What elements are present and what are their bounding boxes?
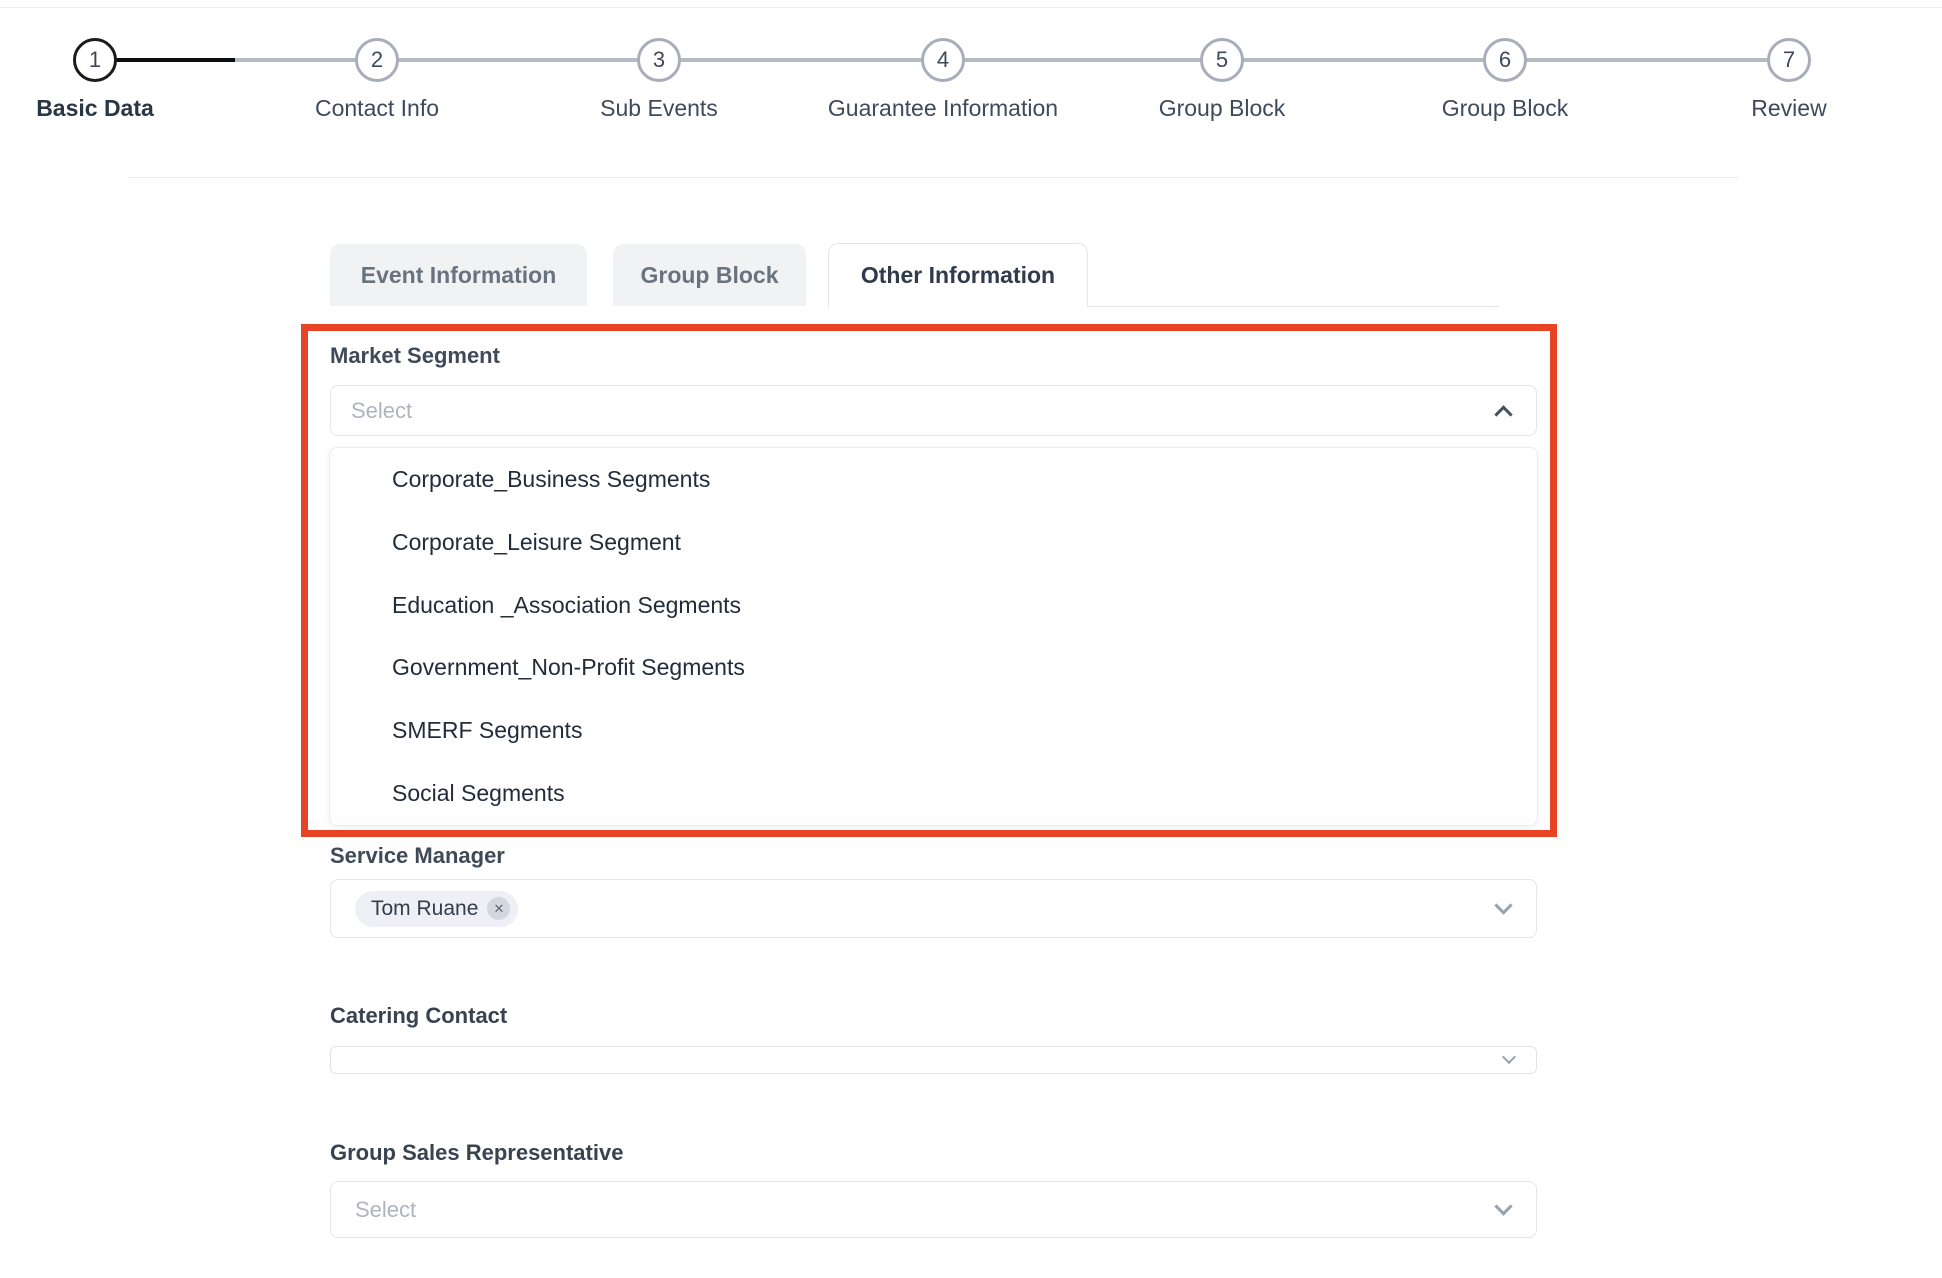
tab-strip-line: [1087, 306, 1499, 307]
market-segment-dropdown: Corporate_Business Segments Corporate_Le…: [329, 447, 1538, 826]
step-label: Basic Data: [0, 95, 235, 122]
step-number-circle: 1: [73, 38, 117, 82]
step-label: Sub Events: [519, 95, 799, 122]
service-manager-label: Service Manager: [330, 843, 505, 869]
step-label: Group Block: [1365, 95, 1645, 122]
selected-tag-text: Tom Ruane: [371, 897, 478, 921]
tab-group-block[interactable]: Group Block: [613, 244, 806, 306]
market-segment-label: Market Segment: [330, 343, 500, 369]
service-manager-select[interactable]: Tom Ruane ✕: [330, 879, 1537, 938]
step-number: 6: [1499, 47, 1511, 73]
step-number: 5: [1216, 47, 1228, 73]
step-number-circle: 7: [1767, 38, 1811, 82]
tab-other-information[interactable]: Other Information: [828, 243, 1088, 307]
dropdown-option-corporate-leisure[interactable]: Corporate_Leisure Segment: [330, 511, 1537, 574]
dropdown-option-government-nonprofit[interactable]: Government_Non-Profit Segments: [330, 636, 1537, 699]
dropdown-option-corporate-business[interactable]: Corporate_Business Segments: [330, 448, 1537, 511]
step-number: 1: [89, 47, 101, 73]
step-label: Group Block: [1082, 95, 1362, 122]
step-number-circle: 4: [921, 38, 965, 82]
dropdown-option-social[interactable]: Social Segments: [330, 762, 1537, 825]
step-number: 7: [1783, 47, 1795, 73]
market-segment-select[interactable]: Select: [330, 385, 1537, 436]
step-contact-info[interactable]: 2 Contact Info: [237, 38, 517, 122]
tab-label: Event Information: [361, 262, 557, 289]
market-segment-placeholder: Select: [351, 398, 412, 424]
group-sales-representative-select[interactable]: Select: [330, 1181, 1537, 1238]
group-sales-representative-label: Group Sales Representative: [330, 1140, 623, 1166]
chevron-up-icon: [1494, 405, 1512, 423]
step-number-circle: 2: [355, 38, 399, 82]
dropdown-option-education-association[interactable]: Education _Association Segments: [330, 574, 1537, 637]
step-group-block-2[interactable]: 6 Group Block: [1365, 38, 1645, 122]
step-label: Review: [1649, 95, 1929, 122]
step-review[interactable]: 7 Review: [1649, 38, 1929, 122]
dropdown-option-smerf[interactable]: SMERF Segments: [330, 699, 1537, 762]
selected-tag: Tom Ruane ✕: [355, 891, 518, 927]
tab-event-information[interactable]: Event Information: [330, 244, 587, 306]
chevron-down-icon: [1494, 896, 1512, 914]
tab-label: Other Information: [861, 262, 1055, 289]
top-divider: [0, 7, 1942, 8]
step-label: Contact Info: [237, 95, 517, 122]
stepper-bottom-divider: [128, 177, 1738, 178]
step-group-block-1[interactable]: 5 Group Block: [1082, 38, 1362, 122]
step-guarantee-information[interactable]: 4 Guarantee Information: [803, 38, 1083, 122]
catering-contact-label: Catering Contact: [330, 1003, 507, 1029]
step-number-circle: 6: [1483, 38, 1527, 82]
step-number: 4: [937, 47, 949, 73]
step-sub-events[interactable]: 3 Sub Events: [519, 38, 799, 122]
step-basic-data[interactable]: 1 Basic Data: [0, 38, 235, 122]
chevron-down-icon: [1502, 1050, 1516, 1064]
tab-label: Group Block: [640, 262, 778, 289]
step-number-circle: 5: [1200, 38, 1244, 82]
chevron-down-icon: [1494, 1197, 1512, 1215]
step-number: 3: [653, 47, 665, 73]
step-number-circle: 3: [637, 38, 681, 82]
catering-contact-select[interactable]: [330, 1046, 1537, 1074]
group-sales-representative-placeholder: Select: [355, 1197, 416, 1223]
step-label: Guarantee Information: [803, 95, 1083, 122]
step-number: 2: [371, 47, 383, 73]
remove-tag-icon[interactable]: ✕: [487, 897, 510, 920]
